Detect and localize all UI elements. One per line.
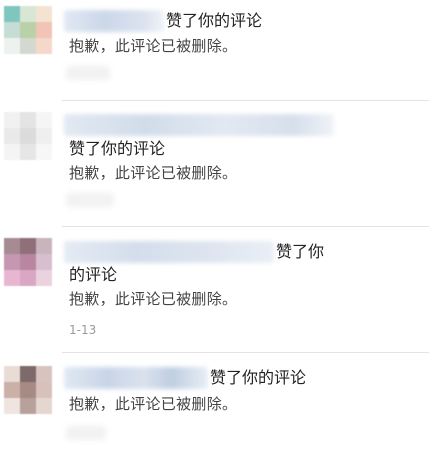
notification-action-text-continued: 的评论 [69, 265, 118, 284]
deleted-comment-text: 抱歉，此评论已被删除。 [69, 290, 238, 308]
divider [62, 352, 429, 353]
avatar[interactable] [4, 366, 52, 414]
timestamp: 1-13 [69, 323, 97, 337]
blurred-content [66, 193, 114, 207]
deleted-comment-text: 抱歉，此评论已被删除。 [69, 164, 238, 182]
notification-action-text: 赞了你的评论 [166, 11, 263, 30]
blurred-content [66, 426, 106, 440]
divider [62, 100, 429, 101]
blurred-content [66, 66, 110, 80]
avatar[interactable] [4, 238, 52, 286]
notification-action-text: 赞了你的评论 [69, 139, 166, 158]
notification-action-text: 赞了你 [276, 242, 325, 261]
notification-feed: 赞了你的评论 抱歉，此评论已被删除。 赞了你的评论 抱歉，此评论已被删除。 赞了… [0, 0, 429, 457]
divider [62, 226, 429, 227]
blurred-username [64, 367, 208, 389]
avatar[interactable] [4, 6, 52, 54]
blurred-username [64, 10, 164, 32]
avatar[interactable] [4, 112, 52, 160]
blurred-username [64, 114, 334, 136]
deleted-comment-text: 抱歉，此评论已被删除。 [69, 37, 238, 55]
blurred-username [64, 241, 274, 263]
deleted-comment-text: 抱歉，此评论已被删除。 [69, 395, 238, 413]
notification-action-text: 赞了你的评论 [210, 368, 307, 387]
